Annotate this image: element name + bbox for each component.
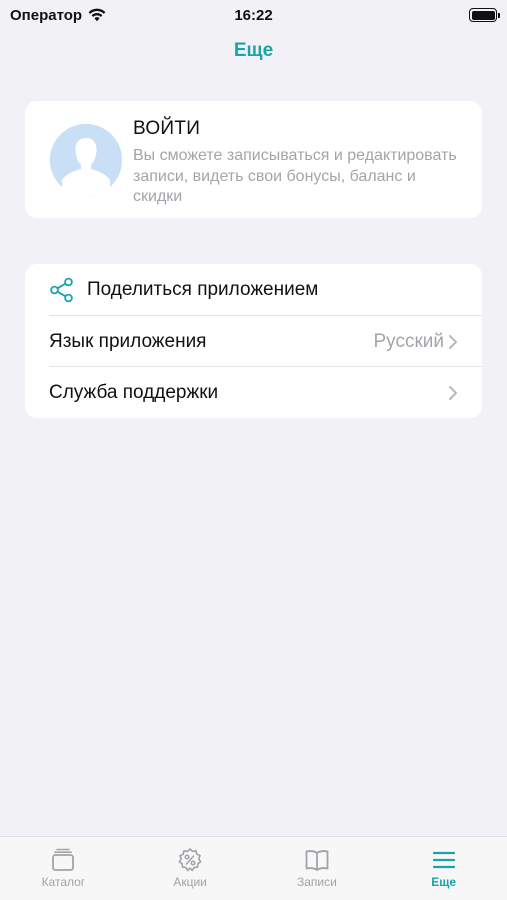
tab-catalog-label: Каталог [41,875,86,889]
settings-menu-card: Поделиться приложением Язык приложения Р… [25,264,482,418]
tab-more[interactable]: Еще [380,837,507,900]
tab-more-label: Еще [431,875,457,889]
login-title: ВОЙТИ [133,118,201,139]
tab-catalog[interactable]: Каталог [0,837,127,900]
wifi-icon [88,8,106,22]
share-app-label: Поделиться приложением [87,278,319,300]
app-language-label: Язык приложения [49,330,207,352]
login-card[interactable]: ВОЙТИ Вы сможете записываться и редактир… [25,101,482,218]
tab-bookings-label: Записи [296,875,337,889]
share-icon [50,277,73,302]
support-row[interactable]: Служба поддержки [25,367,482,418]
discount-icon [178,848,202,872]
menu-icon [432,851,455,869]
battery-fill [471,10,495,20]
app-language-value: Русский [373,330,445,352]
status-left: Оператор [10,7,106,24]
catalog-icon [52,848,75,871]
share-app-row[interactable]: Поделиться приложением [25,264,482,315]
carrier-name: Оператор [10,6,83,24]
person-silhouette-icon [50,124,122,196]
app-language-row[interactable]: Язык приложения Русский [25,316,482,367]
battery-icon [469,8,500,22]
avatar-placeholder-icon [50,124,122,196]
support-label: Служба поддержки [49,381,219,403]
tab-promotions-label: Акции [173,875,207,889]
tab-promotions[interactable]: Акции [127,837,254,900]
chevron-right-icon [449,334,457,349]
chevron-right-icon [449,385,457,400]
tab-bookings[interactable]: Записи [254,837,381,900]
book-icon [305,850,329,871]
tab-bar: Каталог Акции Записи Еще [0,836,507,900]
status-bar: Оператор 16:22 [0,0,507,30]
login-description: Вы сможете записываться и редактировать … [133,147,457,205]
page-title: Еще [233,40,274,61]
